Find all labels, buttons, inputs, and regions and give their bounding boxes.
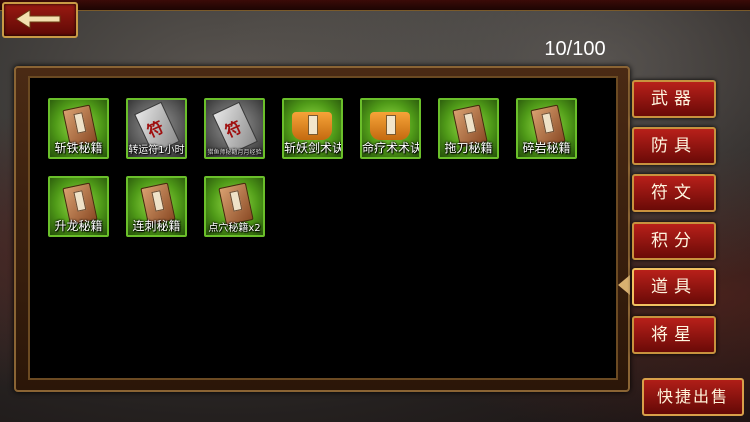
inventory-slot[interactable]: 升龙秘籍 [48,176,109,237]
tab-generals[interactable]: 将星 [632,316,716,354]
tab-runes[interactable]: 符文 [632,174,716,212]
inventory-capacity: 10/100 [544,38,606,60]
item-label: 升龙秘籍 [54,219,103,233]
item-label: 命疗术术诀 [362,141,421,155]
tab-weapons[interactable]: 武器 [632,80,716,118]
back-button[interactable] [2,2,78,38]
tab-points[interactable]: 积分 [632,222,716,260]
item-label: 斩妖剑术诀 [284,141,343,155]
inventory-panel: 斩铁秘籍 转运符1小时 猎鱼师秘籍月月经验 斩妖剑术诀 命疗术术诀 拖刀秘籍 碎… [28,76,618,380]
inventory-slot[interactable]: 命疗术术诀 [360,98,421,159]
inventory-slot[interactable]: 拖刀秘籍 [438,98,499,159]
scroll-icon [292,112,332,140]
quick-sell-button[interactable]: 快捷出售 [642,378,744,416]
inventory-slot[interactable]: 斩铁秘籍 [48,98,109,159]
item-label: 碎岩秘籍 [522,141,571,155]
inventory-slot[interactable]: 猎鱼师秘籍月月经验 [204,98,265,159]
item-label: 点穴秘籍x2 [208,223,261,234]
inventory-slot[interactable]: 碎岩秘籍 [516,98,577,159]
item-label: 斩铁秘籍 [54,141,103,155]
inventory-slot[interactable]: 斩妖剑术诀 [282,98,343,159]
active-tab-pointer-icon [618,275,630,295]
tab-items[interactable]: 道具 [632,268,716,306]
top-bar [0,0,750,11]
item-label: 连刺秘籍 [132,219,181,233]
scroll-icon [370,112,410,140]
item-label: 猎鱼师秘籍月月经验 [207,149,262,156]
inventory-slot[interactable]: 点穴秘籍x2 [204,176,265,237]
inventory-slot[interactable]: 连刺秘籍 [126,176,187,237]
item-label: 拖刀秘籍 [444,141,493,155]
inventory-slot[interactable]: 转运符1小时 [126,98,187,159]
item-label: 转运符1小时 [128,145,185,156]
tab-armor[interactable]: 防具 [632,127,716,165]
back-arrow-icon [15,9,61,29]
